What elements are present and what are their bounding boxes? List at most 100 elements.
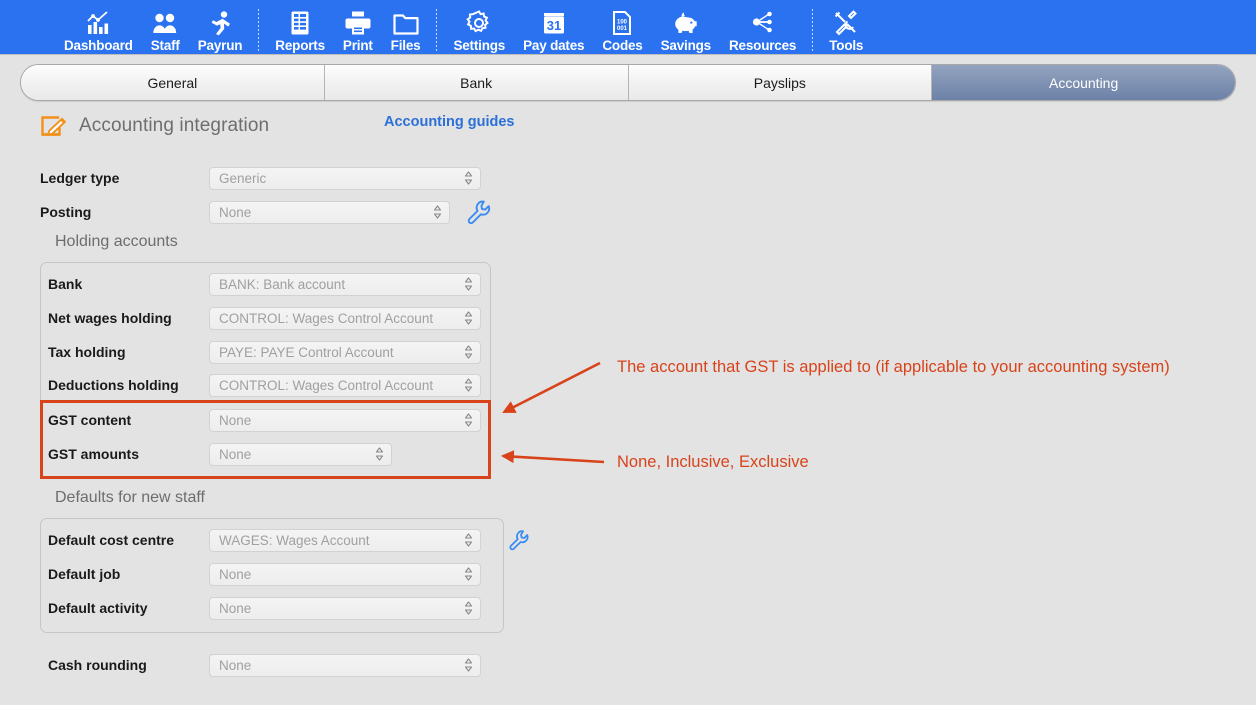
toolbar-label: Payrun: [197, 38, 243, 53]
row-bank: Bank BANK: Bank account: [48, 272, 481, 296]
main-toolbar: Dashboard Staff Payrun Reports Print Fil…: [0, 0, 1256, 55]
default-cost-centre-value: WAGES: Wages Account: [219, 532, 370, 548]
tax-holding-label: Tax holding: [48, 344, 126, 360]
row-cash-rounding: Cash rounding None: [48, 653, 481, 677]
svg-text:100: 100: [617, 20, 628, 26]
row-net-wages-holding: Net wages holding CONTROL: Wages Control…: [48, 306, 481, 330]
chevron-updown-icon: [464, 567, 473, 581]
toolbar-item-savings[interactable]: Savings: [652, 0, 720, 54]
posting-wrench-icon[interactable]: [466, 199, 492, 225]
default-cost-centre-label: Default cost centre: [48, 532, 175, 548]
toolbar-label: Codes: [602, 38, 643, 53]
deductions-holding-select[interactable]: CONTROL: Wages Control Account: [209, 373, 481, 397]
bank-value: BANK: Bank account: [219, 276, 346, 292]
toolbar-separator: [812, 9, 814, 51]
row-deductions-holding: Deductions holding CONTROL: Wages Contro…: [48, 373, 481, 397]
toolbar-label: Tools: [829, 38, 864, 53]
net-wages-holding-value: CONTROL: Wages Control Account: [219, 310, 434, 326]
svg-text:001: 001: [617, 26, 628, 32]
chevron-updown-icon: [464, 277, 473, 291]
gst-amounts-value: None: [219, 446, 252, 462]
toolbar-item-reports[interactable]: Reports: [266, 0, 334, 54]
tax-holding-select[interactable]: PAYE: PAYE Control Account: [209, 340, 481, 364]
chevron-updown-icon: [464, 658, 473, 672]
default-job-select[interactable]: None: [209, 562, 481, 586]
toolbar-item-resources[interactable]: Resources: [720, 0, 805, 54]
deductions-holding-label: Deductions holding: [48, 377, 179, 393]
toolbar-label: Reports: [275, 38, 325, 53]
toolbar-item-staff[interactable]: Staff: [142, 0, 189, 54]
runner-icon: [207, 9, 233, 36]
chevron-updown-icon: [464, 345, 473, 359]
chevron-updown-icon: [375, 447, 384, 461]
gst-amounts-label: GST amounts: [48, 446, 140, 462]
report-document-icon: [287, 9, 313, 36]
network-nodes-icon: [750, 9, 776, 36]
edit-pencil-icon: [40, 112, 68, 140]
ledger-type-select[interactable]: Generic: [209, 166, 481, 190]
tax-holding-value: PAYE: PAYE Control Account: [219, 344, 394, 360]
cash-rounding-value: None: [219, 657, 252, 673]
tools-icon: [833, 9, 859, 36]
cash-rounding-select[interactable]: None: [209, 653, 481, 677]
chart-bars-icon: [85, 9, 111, 36]
row-default-activity: Default activity None: [48, 596, 481, 620]
gear-icon: [466, 9, 492, 36]
defaults-new-staff-title: Defaults for new staff: [55, 489, 205, 506]
row-gst-content: GST content None: [48, 408, 481, 432]
tab-general[interactable]: General: [21, 65, 325, 100]
defaults-wrench-icon[interactable]: [508, 529, 530, 551]
toolbar-label: Savings: [660, 38, 712, 53]
accounting-guides-link[interactable]: Accounting guides: [384, 114, 515, 130]
bank-label: Bank: [48, 276, 83, 292]
tab-accounting[interactable]: Accounting: [932, 65, 1235, 100]
ledger-type-label: Ledger type: [40, 170, 120, 186]
default-cost-centre-select[interactable]: WAGES: Wages Account: [209, 528, 481, 552]
toolbar-label: Pay dates: [523, 38, 585, 53]
toolbar-item-codes[interactable]: 100 001 Codes: [593, 0, 651, 54]
row-gst-amounts: GST amounts None: [48, 442, 392, 466]
net-wages-holding-select[interactable]: CONTROL: Wages Control Account: [209, 306, 481, 330]
toolbar-label: Settings: [453, 38, 506, 53]
chevron-updown-icon: [464, 378, 473, 392]
people-icon: [152, 9, 178, 36]
tab-bank[interactable]: Bank: [324, 65, 629, 100]
posting-select[interactable]: None: [209, 200, 450, 224]
barcode-document-icon: 100 001: [609, 9, 635, 36]
chevron-updown-icon: [433, 205, 442, 219]
toolbar-item-settings[interactable]: Settings: [444, 0, 514, 54]
toolbar-item-files[interactable]: Files: [382, 0, 430, 54]
chevron-updown-icon: [464, 601, 473, 615]
bank-select[interactable]: BANK: Bank account: [209, 272, 481, 296]
gst-amounts-select[interactable]: None: [209, 442, 392, 466]
page-header: Accounting integration: [40, 112, 269, 140]
default-activity-value: None: [219, 600, 252, 616]
toolbar-label: Print: [342, 38, 373, 53]
toolbar-item-payrun[interactable]: Payrun: [189, 0, 252, 54]
annotation-gst-content: The account that GST is applied to (if a…: [617, 358, 1170, 376]
toolbar-label: Dashboard: [64, 38, 133, 53]
toolbar-separator: [258, 9, 260, 51]
row-default-cost-centre: Default cost centre WAGES: Wages Account: [48, 528, 530, 552]
toolbar-separator: [436, 9, 438, 51]
app-window: Dashboard Staff Payrun Reports Print Fil…: [0, 0, 1256, 705]
chevron-updown-icon: [464, 413, 473, 427]
printer-icon: [345, 9, 371, 36]
toolbar-item-pay-dates[interactable]: 31 Pay dates: [514, 0, 593, 54]
calendar-icon: 31: [541, 9, 567, 36]
toolbar-item-print[interactable]: Print: [334, 0, 382, 54]
gst-content-label: GST content: [48, 412, 132, 428]
default-job-label: Default job: [48, 566, 121, 582]
posting-value: None: [219, 204, 252, 220]
gst-content-value: None: [219, 412, 252, 428]
gst-content-select[interactable]: None: [209, 408, 481, 432]
chevron-updown-icon: [464, 311, 473, 325]
toolbar-item-tools[interactable]: Tools: [820, 0, 872, 54]
svg-text:31: 31: [546, 18, 560, 33]
tab-payslips[interactable]: Payslips: [628, 65, 933, 100]
default-activity-select[interactable]: None: [209, 596, 481, 620]
toolbar-label: Resources: [728, 38, 797, 53]
ledger-type-value: Generic: [219, 170, 267, 186]
toolbar-item-dashboard[interactable]: Dashboard: [55, 0, 142, 54]
posting-label: Posting: [40, 204, 92, 220]
